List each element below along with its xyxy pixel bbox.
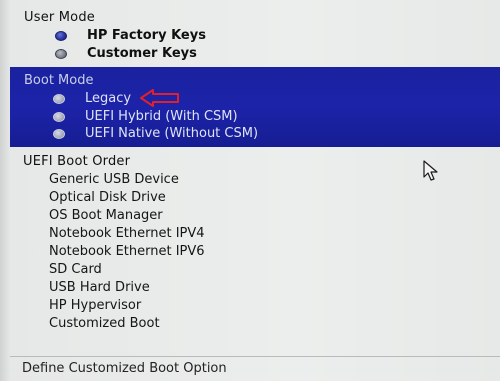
radio-uefi-native[interactable]: UEFI Native (Without CSM): [53, 126, 258, 141]
section-divider: [10, 356, 500, 357]
boot-order-item[interactable]: USB Hard Drive: [49, 280, 150, 295]
radio-label: Customer Keys: [87, 46, 197, 61]
radio-unselected-icon: [53, 128, 65, 139]
radio-label: UEFI Hybrid (With CSM): [85, 109, 238, 124]
uefi-boot-order-title: UEFI Boot Order: [23, 154, 131, 169]
bios-boot-options-screen: User Mode HP Factory Keys Customer Keys …: [0, 0, 500, 381]
radio-unselected-icon: [53, 111, 65, 122]
radio-hp-factory-keys[interactable]: HP Factory Keys: [55, 28, 206, 43]
screen-edge: [0, 0, 10, 381]
radio-legacy[interactable]: Legacy: [53, 91, 131, 106]
define-custom-boot-option[interactable]: Define Customized Boot Option: [22, 361, 227, 376]
user-mode-title: User Mode: [24, 10, 95, 25]
boot-order-item[interactable]: OS Boot Manager: [49, 208, 163, 223]
radio-label: HP Factory Keys: [87, 28, 206, 43]
boot-order-item[interactable]: Notebook Ethernet IPV4: [49, 226, 205, 241]
radio-uefi-hybrid[interactable]: UEFI Hybrid (With CSM): [53, 109, 238, 124]
mouse-pointer-icon: [423, 160, 438, 181]
radio-customer-keys[interactable]: Customer Keys: [55, 46, 197, 61]
boot-order-item[interactable]: SD Card: [49, 262, 102, 277]
boot-order-item[interactable]: Customized Boot: [49, 316, 160, 331]
radio-label: Legacy: [85, 91, 132, 106]
boot-order-item[interactable]: Generic USB Device: [49, 172, 179, 187]
radio-selected-icon: [55, 30, 67, 41]
boot-order-item[interactable]: Optical Disk Drive: [49, 190, 166, 205]
red-arrow-icon: [140, 89, 179, 107]
boot-mode-title: Boot Mode: [24, 73, 94, 88]
radio-unselected-icon: [53, 93, 65, 104]
boot-order-item[interactable]: HP Hypervisor: [49, 298, 141, 313]
radio-label: UEFI Native (Without CSM): [85, 126, 259, 141]
boot-order-item[interactable]: Notebook Ethernet IPV6: [49, 244, 205, 259]
radio-unselected-icon: [55, 48, 67, 59]
